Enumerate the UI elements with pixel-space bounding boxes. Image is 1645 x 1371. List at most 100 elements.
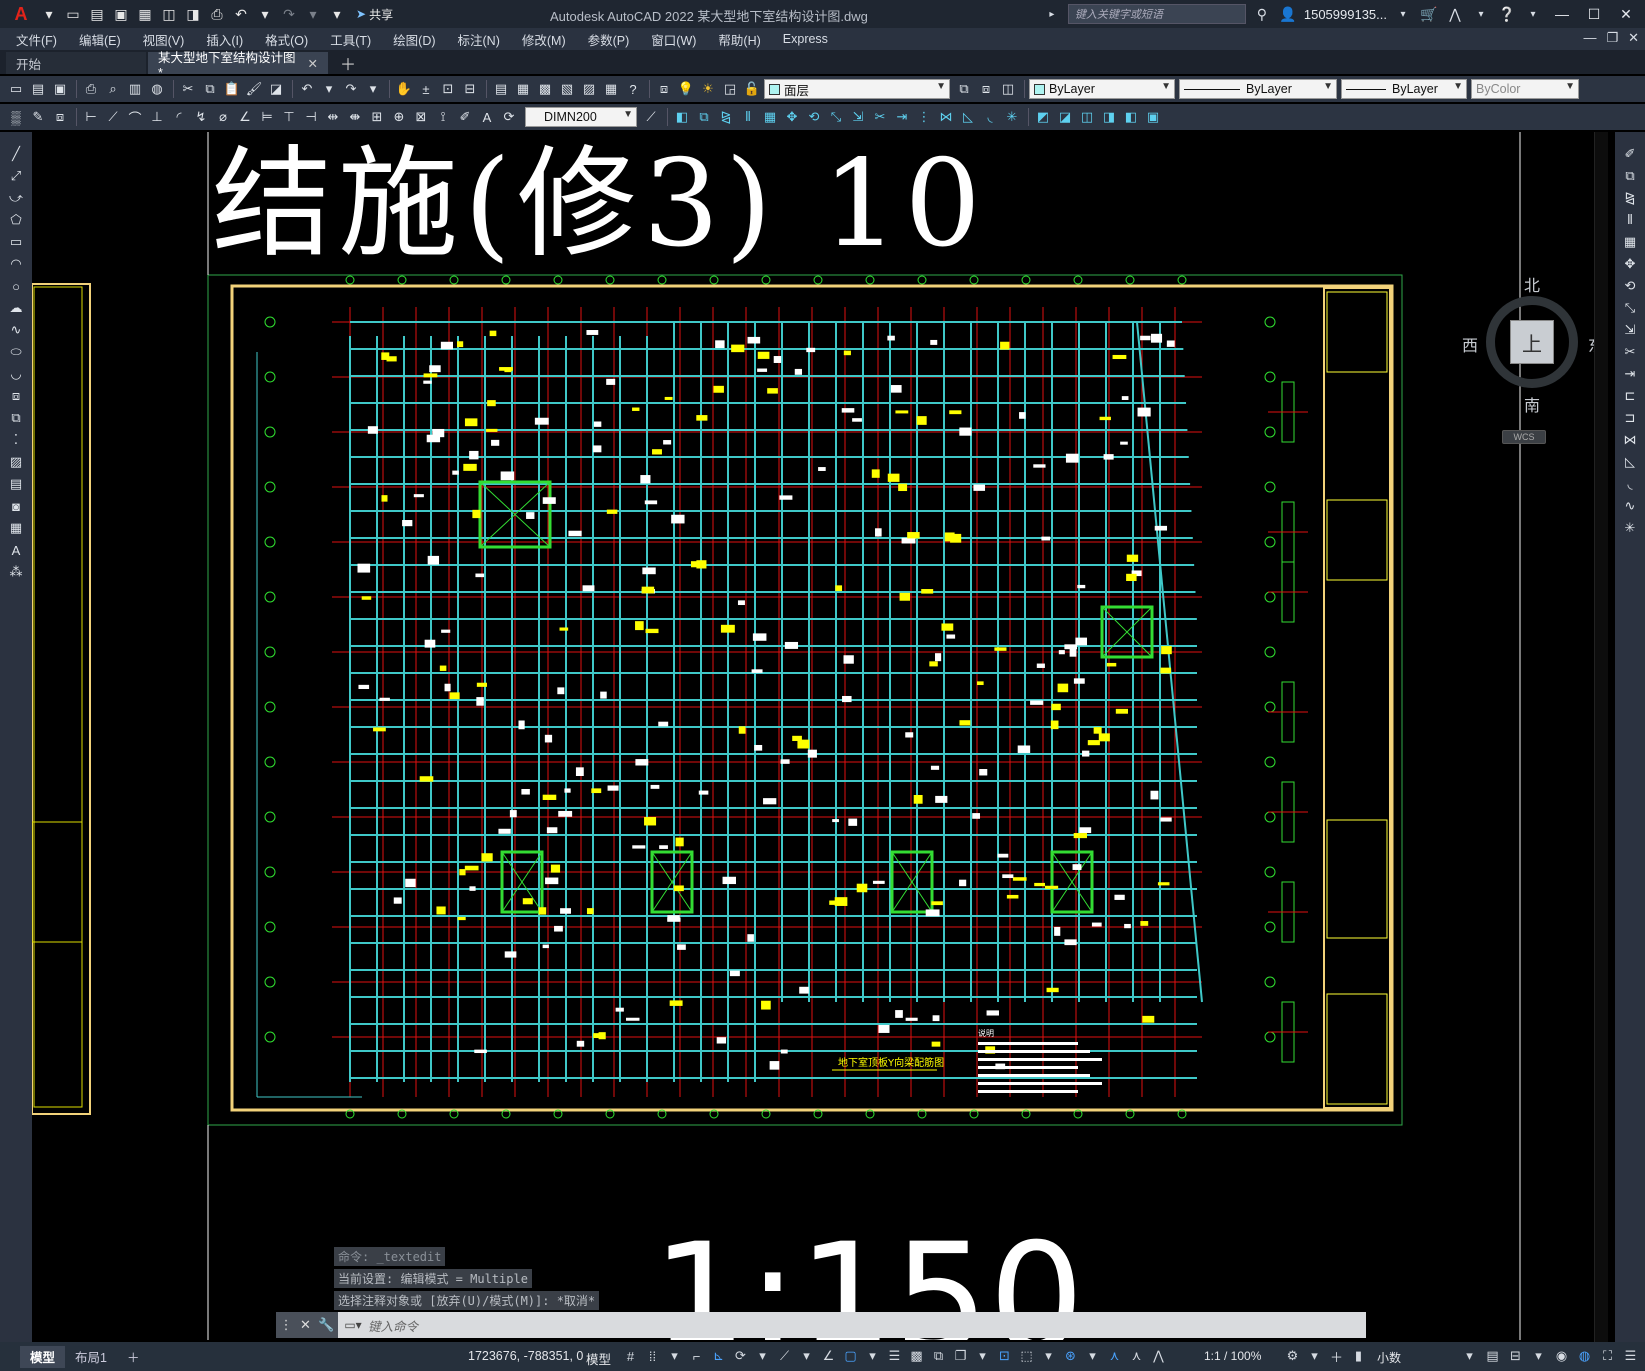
join-icon[interactable]: ⋈: [936, 107, 956, 127]
tab-close-icon[interactable]: ✕: [308, 56, 318, 71]
layer-previous-icon[interactable]: ⧈: [976, 79, 996, 99]
inspect-icon[interactable]: ⊠: [411, 107, 431, 127]
properties-icon[interactable]: ▤: [491, 79, 511, 99]
send-back-icon[interactable]: ◫: [1077, 107, 1097, 127]
stretch-icon[interactable]: ⇲: [848, 107, 868, 127]
bring-front-icon[interactable]: ◪: [1055, 107, 1075, 127]
drawing-canvas[interactable]: 地下室顶板Y向梁配筋图 说明 结施(修3) 10 1:150 Y ✕ 上 北 南…: [32, 132, 1594, 1340]
vertical-scrollbar[interactable]: [1594, 132, 1608, 1342]
workspace-gear-icon[interactable]: ⚙: [1282, 1345, 1303, 1367]
new-tab-plus-icon[interactable]: ＋: [330, 52, 366, 74]
doc-restore-icon[interactable]: ❐: [1606, 30, 1618, 46]
layer-on-bulb-icon[interactable]: 💡: [676, 79, 696, 99]
command-grip-icon[interactable]: ⋮: [280, 1317, 293, 1333]
spline-icon[interactable]: ∿: [6, 320, 26, 340]
units-value[interactable]: 小数: [1377, 1349, 1401, 1366]
3d-dwf-icon[interactable]: ◍: [147, 79, 167, 99]
menu-window[interactable]: 窗口(W): [651, 30, 696, 49]
tab-layout1[interactable]: 布局1: [65, 1346, 117, 1368]
undo-icon[interactable]: ↶: [230, 3, 252, 25]
gizmo-dropdown-icon[interactable]: ▾: [1082, 1345, 1103, 1367]
blend-icon[interactable]: ∿: [1620, 496, 1640, 516]
menu-parametric[interactable]: 参数(P): [588, 30, 630, 49]
tool-palettes-icon[interactable]: ▩: [535, 79, 555, 99]
ellipse-icon[interactable]: ⬭: [6, 342, 26, 362]
chamfer-icon[interactable]: ◺: [1620, 452, 1640, 472]
dim-radius-icon[interactable]: ◜: [169, 107, 189, 127]
scale-icon[interactable]: ⤡: [1620, 298, 1640, 318]
customization-menu-icon[interactable]: ☰: [1620, 1345, 1641, 1367]
tab-model[interactable]: 模型: [20, 1345, 66, 1368]
zoom-realtime-icon[interactable]: ±: [416, 79, 436, 99]
hatch-icon[interactable]: ▨: [6, 452, 26, 472]
save-as-icon[interactable]: ▦: [134, 3, 156, 25]
viewcube-top-face[interactable]: 上: [1510, 320, 1554, 364]
app-dropdown-icon[interactable]: ▾: [1471, 9, 1491, 20]
customize-qat-icon[interactable]: ▾: [326, 3, 348, 25]
command-input[interactable]: 键入命令: [368, 1316, 1366, 1335]
rotate-icon[interactable]: ⟲: [1620, 276, 1640, 296]
erase-icon[interactable]: ✐: [1620, 144, 1640, 164]
viewcube[interactable]: 上 北 南 西 东: [1462, 272, 1594, 415]
copy-object-icon[interactable]: ⧉: [694, 107, 714, 127]
doc-close-icon[interactable]: ✕: [1628, 30, 1639, 46]
cursor-coordinates[interactable]: 1723676, -788351, 0: [468, 1349, 583, 1363]
3d-osnap-icon[interactable]: ❐: [950, 1345, 971, 1367]
grip-handle-icon[interactable]: ▒: [6, 107, 26, 127]
menu-file[interactable]: 文件(F): [16, 30, 57, 49]
clean-screen-icon[interactable]: ⛶: [1597, 1345, 1618, 1367]
mirror-icon[interactable]: ⧎: [1620, 188, 1640, 208]
menu-help[interactable]: 帮助(H): [718, 30, 760, 49]
zoom-window-icon[interactable]: ⊡: [438, 79, 458, 99]
annotation-monitor-plus-icon[interactable]: ＋: [1326, 1345, 1347, 1367]
cart-icon[interactable]: 🛒: [1419, 6, 1439, 23]
user-dropdown-icon[interactable]: ▾: [1393, 9, 1413, 20]
extend-icon[interactable]: ⇥: [892, 107, 912, 127]
dim-linear-icon[interactable]: ⊢: [81, 107, 101, 127]
dimstyle-manager-icon[interactable]: ⟋: [641, 107, 661, 127]
publish-icon[interactable]: ▥: [125, 79, 145, 99]
share-button[interactable]: ➤ 共享: [350, 3, 399, 25]
erase-icon[interactable]: ◧: [672, 107, 692, 127]
table-icon[interactable]: ▦: [6, 518, 26, 538]
break-icon[interactable]: ⊐: [1620, 408, 1640, 428]
dim-update-icon[interactable]: ⟳: [499, 107, 519, 127]
explode-icon[interactable]: ✳: [1002, 107, 1022, 127]
isodraft-icon[interactable]: ⟋: [774, 1345, 795, 1367]
redo-dropdown-icon[interactable]: ▾: [302, 3, 324, 25]
app-menu-chevron-icon[interactable]: ▾: [38, 3, 60, 25]
quick-dim-icon[interactable]: ⊨: [257, 107, 277, 127]
fillet-icon[interactable]: ◟: [1620, 474, 1640, 494]
dim-angular-icon[interactable]: ∠: [235, 107, 255, 127]
zoom-previous-icon[interactable]: ⊟: [460, 79, 480, 99]
paste-icon[interactable]: 📋: [222, 79, 242, 99]
menu-tools[interactable]: 工具(T): [330, 30, 371, 49]
autodesk-app-icon[interactable]: ⋀: [1445, 6, 1465, 23]
dimstyle-dropdown[interactable]: DIMN200 ▼: [525, 107, 637, 127]
open-file-icon[interactable]: ▤: [86, 3, 108, 25]
menu-draw[interactable]: 绘图(D): [393, 30, 435, 49]
plot-icon[interactable]: ⎙: [206, 3, 228, 25]
object-snap-tracking-icon[interactable]: ∠: [818, 1345, 839, 1367]
chamfer-icon[interactable]: ◺: [958, 107, 978, 127]
model-space-toggle[interactable]: 模型: [586, 1349, 611, 1368]
menu-express[interactable]: Express: [783, 32, 828, 46]
dim-baseline-icon[interactable]: ⊤: [279, 107, 299, 127]
text-edit-icon[interactable]: ✎: [28, 107, 48, 127]
transparency-icon[interactable]: ▩: [906, 1345, 927, 1367]
tab-document[interactable]: 某大型地下室结构设计图* ✕: [148, 51, 328, 80]
center-mark-icon[interactable]: ⊕: [389, 107, 409, 127]
array-icon[interactable]: ▦: [1620, 232, 1640, 252]
send-under-icon[interactable]: ◧: [1121, 107, 1141, 127]
graphics-performance-icon[interactable]: ◍: [1574, 1345, 1595, 1367]
sheet-set-icon[interactable]: ▧: [557, 79, 577, 99]
offset-icon[interactable]: ⫴: [738, 107, 758, 127]
auto-scale-icon[interactable]: ⋏: [1126, 1345, 1147, 1367]
explode-icon[interactable]: ✳: [1620, 518, 1640, 538]
lineweight-dropdown[interactable]: ByLayer ▼: [1341, 79, 1467, 99]
command-prompt-icon[interactable]: ▭▾: [338, 1318, 368, 1332]
arc-icon[interactable]: ◠: [6, 254, 26, 274]
new-icon[interactable]: ▭: [6, 79, 26, 99]
lineweight-icon[interactable]: ☰: [884, 1345, 905, 1367]
dim-diameter-icon[interactable]: ⌀: [213, 107, 233, 127]
